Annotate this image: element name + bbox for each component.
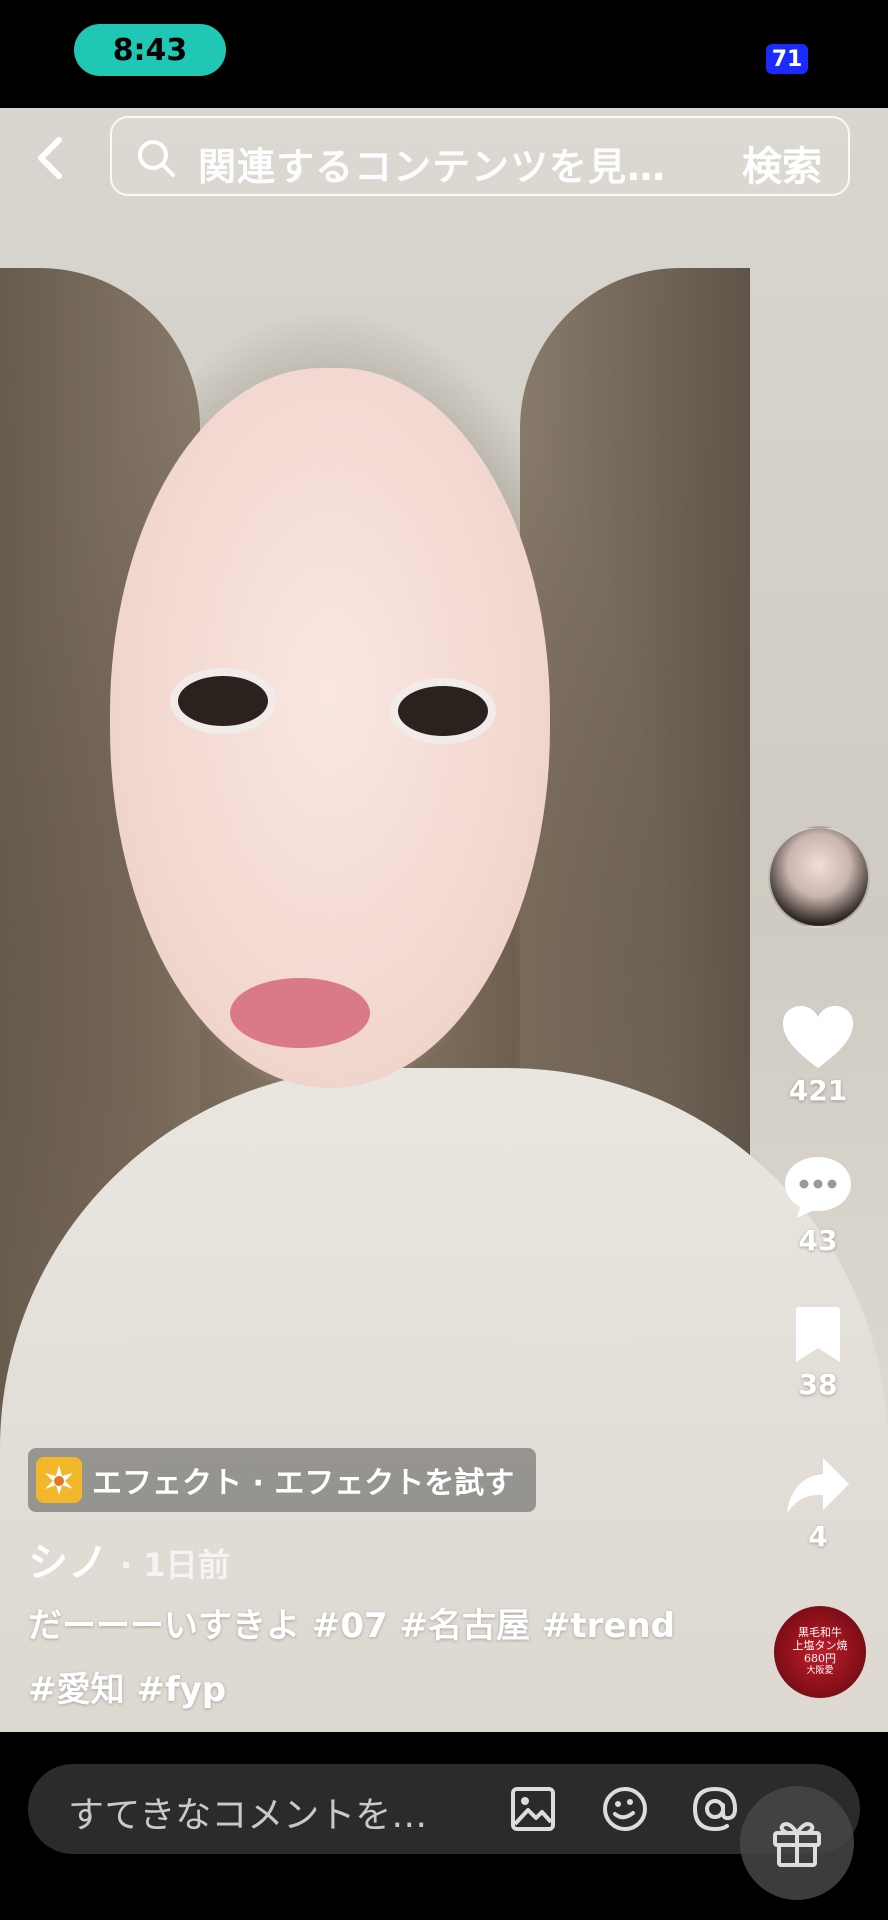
like-button[interactable]: 421 xyxy=(768,1004,868,1107)
music-disc-line1: 黒毛和牛 xyxy=(798,1626,842,1639)
search-button[interactable]: 検索 xyxy=(742,134,822,192)
back-chevron-icon xyxy=(38,137,62,179)
creator-avatar[interactable] xyxy=(768,826,870,928)
comment-bubble-icon xyxy=(785,1157,851,1218)
share-button[interactable]: 4 xyxy=(768,1456,868,1553)
caption-line-2: #愛知 #fyp xyxy=(28,1662,226,1711)
image-button[interactable] xyxy=(506,1782,560,1836)
caption-text: だーーーいすきよ xyxy=(28,1606,300,1646)
music-disc-line2: 上塩タン焼 xyxy=(792,1639,848,1652)
gift-button[interactable] xyxy=(740,1786,854,1900)
hashtag-fyp[interactable]: #fyp xyxy=(136,1670,226,1710)
hashtag-aichi[interactable]: #愛知 xyxy=(28,1670,125,1710)
battery-indicator: 71 xyxy=(766,44,808,74)
comment-button[interactable]: 43 xyxy=(768,1154,868,1257)
author-name[interactable]: シノ xyxy=(28,1530,108,1588)
image-icon xyxy=(511,1787,555,1831)
search-icon xyxy=(138,140,175,177)
status-bar: 8:43 71 xyxy=(0,0,888,108)
bookmark-button[interactable]: 38 xyxy=(768,1306,868,1401)
at-sign-icon xyxy=(692,1786,738,1832)
bookmark-icon xyxy=(796,1307,840,1362)
status-time: 8:43 xyxy=(74,24,226,76)
effect-label: エフェクト · エフェクトを試す xyxy=(92,1466,515,1501)
bookmark-count: 38 xyxy=(798,1368,838,1401)
back-button[interactable] xyxy=(28,132,72,184)
heart-icon xyxy=(783,1006,853,1068)
gift-icon xyxy=(773,1822,821,1867)
music-disc-line4: 大阪愛 xyxy=(806,1666,834,1676)
like-count: 421 xyxy=(788,1074,848,1107)
music-disc[interactable]: 黒毛和牛 上塩タン焼 680円 大阪愛 xyxy=(774,1606,866,1698)
video-frame-eye-left xyxy=(170,668,276,734)
video-frame-eye-right xyxy=(390,678,496,744)
emoji-icon xyxy=(603,1787,647,1831)
share-arrow-icon xyxy=(787,1458,849,1514)
video-frame-face xyxy=(110,368,550,1088)
hashtag-07[interactable]: #07 xyxy=(312,1606,388,1646)
share-count: 4 xyxy=(808,1520,828,1553)
effect-sparkle-icon xyxy=(36,1457,82,1503)
comment-placeholder: すてきなコメントを… xyxy=(68,1795,428,1836)
comment-input[interactable]: すてきなコメントを… xyxy=(28,1764,860,1854)
search-bar[interactable]: 関連するコンテンツを見… 検索 xyxy=(110,116,850,196)
caption-line-1: だーーーいすきよ #07 #名古屋 #trend xyxy=(28,1598,675,1647)
music-disc-line3: 680円 xyxy=(804,1652,836,1665)
effect-chip[interactable]: エフェクト · エフェクトを試す xyxy=(28,1448,536,1512)
mention-button[interactable] xyxy=(688,1782,742,1836)
emoji-button[interactable] xyxy=(598,1782,652,1836)
search-input[interactable]: 関連するコンテンツを見… xyxy=(198,136,666,191)
hashtag-trend[interactable]: #trend xyxy=(542,1606,675,1646)
hashtag-nagoya[interactable]: #名古屋 xyxy=(400,1606,531,1646)
video-frame-mouth xyxy=(230,978,370,1048)
posted-time: · 1日前 xyxy=(120,1546,230,1584)
comment-count: 43 xyxy=(798,1224,838,1257)
